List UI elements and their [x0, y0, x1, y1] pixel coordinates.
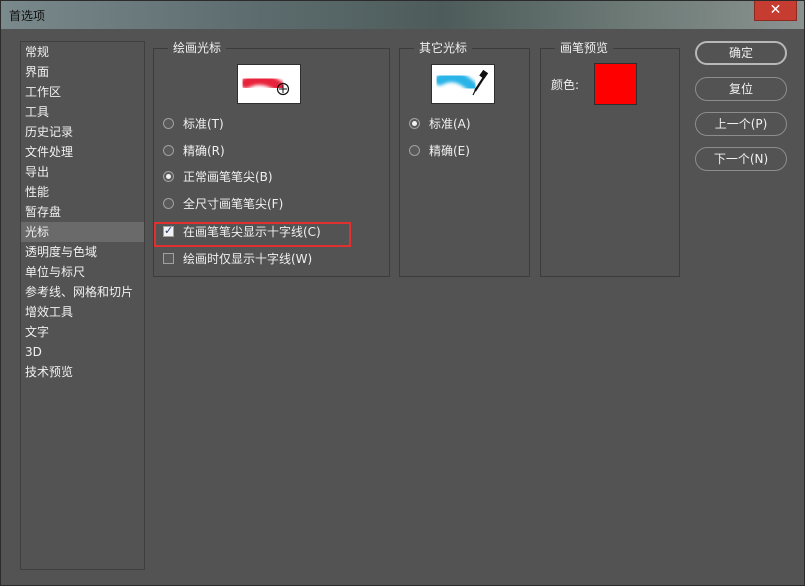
sidebar-item-tech-preview[interactable]: 技术预览: [21, 362, 144, 382]
sidebar-item-export[interactable]: 导出: [21, 162, 144, 182]
window-title: 首选项: [9, 9, 46, 23]
title-bar[interactable]: 首选项 ✕: [1, 1, 804, 29]
other-cursor-preview: [431, 64, 495, 104]
other-cursors-title: 其它光标: [414, 40, 473, 56]
painting-cursors-title: 绘画光标: [168, 40, 227, 56]
brush-stroke-crosshair-icon: [240, 73, 290, 96]
sidebar-item-performance[interactable]: 性能: [21, 182, 144, 202]
previous-button[interactable]: 上一个(P): [695, 112, 787, 136]
radio-indicator[interactable]: [163, 145, 174, 156]
highlight-box: [154, 222, 351, 247]
radio-indicator[interactable]: [409, 145, 420, 156]
sidebar-item-scratch-disks[interactable]: 暂存盘: [21, 202, 144, 222]
ok-button[interactable]: 确定: [695, 41, 787, 65]
next-button[interactable]: 下一个(N): [695, 147, 787, 171]
sidebar-item-3d[interactable]: 3D: [21, 342, 144, 362]
sidebar-item-tools[interactable]: 工具: [21, 102, 144, 122]
sidebar-item-file-handling[interactable]: 文件处理: [21, 142, 144, 162]
other-standard-radio[interactable]: 标准(A): [409, 115, 471, 133]
sidebar-item-plugins[interactable]: 增效工具: [21, 302, 144, 322]
brush-stroke-eyedropper-icon: [434, 69, 489, 96]
sidebar-item-guides-grid[interactable]: 参考线、网格和切片: [21, 282, 144, 302]
radio-indicator[interactable]: [163, 198, 174, 209]
brush-preview-title: 画笔预览: [555, 40, 614, 56]
close-icon: ✕: [769, 2, 782, 18]
checkbox-indicator[interactable]: [163, 253, 174, 264]
painting-cursor-preview: [237, 64, 301, 104]
sidebar-item-type[interactable]: 文字: [21, 322, 144, 342]
sidebar-item-workspace[interactable]: 工作区: [21, 82, 144, 102]
option-label: 正常画笔笔尖(B): [183, 170, 273, 184]
option-label: 绘画时仅显示十字线(W): [183, 252, 313, 266]
painting-full-size-brush-tip-radio[interactable]: 全尺寸画笔笔尖(F): [163, 195, 283, 213]
other-precise-radio[interactable]: 精确(E): [409, 142, 470, 160]
radio-indicator[interactable]: [409, 118, 420, 129]
close-button[interactable]: ✕: [754, 1, 797, 21]
color-label: 颜色:: [551, 78, 580, 92]
sidebar-item-general[interactable]: 常规: [21, 42, 144, 62]
option-label: 标准(A): [429, 117, 471, 131]
radio-indicator[interactable]: [163, 118, 174, 129]
painting-precise-radio[interactable]: 精确(R): [163, 142, 225, 160]
sidebar-nav: 常规 界面 工作区 工具 历史记录 文件处理 导出 性能 暂存盘 光标 透明度与…: [20, 41, 145, 570]
reset-button[interactable]: 复位: [695, 77, 787, 101]
radio-indicator[interactable]: [163, 171, 174, 182]
option-label: 全尺寸画笔笔尖(F): [183, 197, 284, 211]
sidebar-item-transparency[interactable]: 透明度与色域: [21, 242, 144, 262]
sidebar-item-history[interactable]: 历史记录: [21, 122, 144, 142]
preferences-dialog: 首选项 ✕ 常规 界面 工作区 工具 历史记录 文件处理 导出 性能 暂存盘 光…: [0, 0, 805, 586]
show-only-crosshair-while-painting-checkbox[interactable]: 绘画时仅显示十字线(W): [163, 250, 312, 268]
sidebar-item-interface[interactable]: 界面: [21, 62, 144, 82]
sidebar-item-cursors[interactable]: 光标: [21, 222, 144, 242]
brush-color-swatch[interactable]: [594, 63, 637, 105]
option-label: 标准(T): [183, 117, 224, 131]
sidebar-item-units-rulers[interactable]: 单位与标尺: [21, 262, 144, 282]
option-label: 精确(E): [429, 144, 470, 158]
painting-standard-radio[interactable]: 标准(T): [163, 115, 224, 133]
painting-normal-brush-tip-radio[interactable]: 正常画笔笔尖(B): [163, 168, 273, 186]
option-label: 精确(R): [183, 144, 225, 158]
